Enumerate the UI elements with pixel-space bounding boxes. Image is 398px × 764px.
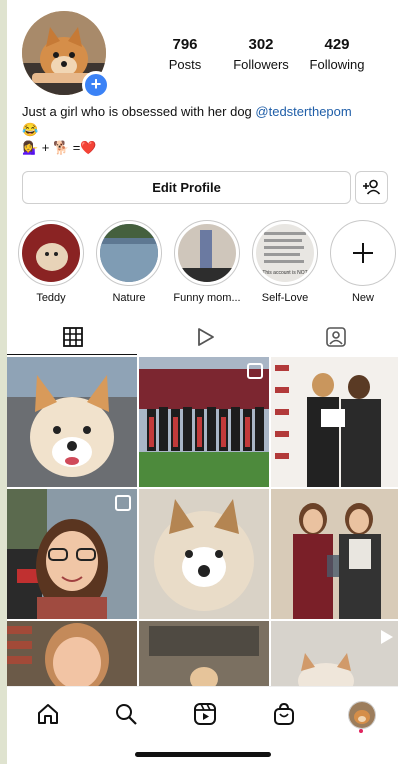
posts-label: Posts (168, 57, 202, 72)
grid-photo-pomeranian[interactable] (139, 489, 269, 619)
followers-count: 302 (248, 36, 274, 53)
highlight-thumbnail (100, 224, 158, 282)
highlight-label: Nature (112, 292, 146, 304)
following-label: Following (309, 57, 365, 72)
add-person-icon (363, 179, 381, 195)
profile-avatar-tab[interactable] (348, 701, 376, 729)
shop-icon[interactable] (271, 701, 297, 727)
profile-screen: + 796 Posts 302 Followers 429 Following … (7, 0, 398, 764)
new-highlight-button[interactable]: New (328, 220, 398, 304)
bottom-nav-bar (7, 686, 398, 741)
bio-text: Just a girl who is obsessed with her dog (22, 104, 256, 119)
highlight-label: Funny mom... (173, 292, 241, 304)
bio-emoji-line-2: 💁‍♀️ + 🐕 =❤️ (22, 140, 97, 155)
followers-label: Followers (233, 57, 289, 72)
highlight-funny-mom[interactable]: Funny mom... (172, 220, 242, 304)
highlight-self-love[interactable]: This account is NOT Self-Love (250, 220, 320, 304)
search-icon[interactable] (113, 701, 139, 727)
posts-count: 796 (172, 36, 198, 53)
play-icon (198, 328, 214, 346)
multiple-photos-icon (115, 495, 131, 511)
tagged-tab[interactable] (325, 326, 347, 348)
discover-people-button[interactable] (355, 171, 388, 204)
bio-emoji-line: 😂 (22, 122, 39, 137)
grid-tab[interactable] (62, 326, 84, 348)
reels-icon[interactable] (192, 701, 218, 727)
plus-icon (334, 224, 392, 282)
home-indicator (135, 752, 271, 757)
reels-tab[interactable] (194, 326, 216, 348)
highlight-thumbnail (22, 224, 80, 282)
highlight-label: New (351, 292, 374, 304)
grid-photo-library-selfie[interactable] (7, 621, 137, 686)
followers-stat[interactable]: 302 Followers (221, 36, 301, 72)
grid-photo-award-two[interactable] (271, 489, 398, 619)
edit-profile-button[interactable]: Edit Profile (22, 171, 351, 204)
multiple-photos-icon (247, 363, 263, 379)
highlight-teddy[interactable]: Teddy (16, 220, 86, 304)
highlight-label: Self-Love (261, 292, 309, 304)
grid-photo-graduation[interactable] (139, 357, 269, 487)
grid-photo-selfie-glasses[interactable] (7, 489, 137, 619)
following-count: 429 (324, 36, 350, 53)
home-icon[interactable] (35, 701, 61, 727)
posts-stat[interactable]: 796 Posts (145, 36, 225, 72)
grid-photo-dog-window[interactable] (139, 621, 269, 686)
profile-bio: Just a girl who is obsessed with her dog… (22, 103, 392, 157)
grid-photo-reel-dog[interactable] (271, 621, 398, 686)
highlight-thumbnail (178, 224, 236, 282)
highlight-thumb-text: This account is NOT (262, 270, 307, 276)
grid-photo-dog-car[interactable] (7, 357, 137, 487)
following-stat[interactable]: 429 Following (297, 36, 377, 72)
highlight-thumbnail: This account is NOT (256, 224, 314, 282)
bio-handle-link[interactable]: @tedsterthepom (255, 104, 351, 119)
grid-photo-award-ceremony[interactable] (271, 357, 398, 487)
tagged-person-icon (326, 327, 346, 347)
highlight-label: Teddy (36, 292, 66, 304)
highlight-nature[interactable]: Nature (94, 220, 164, 304)
active-tab-indicator (7, 354, 137, 355)
notification-dot (359, 729, 363, 733)
profile-tabs (7, 318, 398, 356)
grid-icon (63, 327, 83, 347)
add-story-plus-icon[interactable]: + (82, 71, 110, 99)
